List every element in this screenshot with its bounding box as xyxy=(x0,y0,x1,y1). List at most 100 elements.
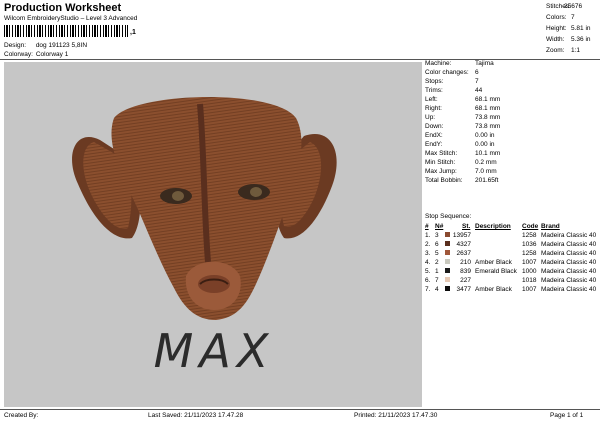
thread-code: 1007 xyxy=(522,259,537,266)
stitch-count: 839 xyxy=(460,268,471,275)
needle-number: 2 xyxy=(435,259,439,266)
stop-row: 1. 3 13957 1258 Madeira Classic 40 xyxy=(425,232,600,241)
stitch-count: 227 xyxy=(460,277,471,284)
stop-number: 3. xyxy=(425,250,431,257)
endx-value: 0.00 in xyxy=(475,132,495,139)
design-preview: MAX xyxy=(4,62,422,407)
width-value: 5.36 in xyxy=(571,36,591,43)
stops-label: Stops: xyxy=(425,78,444,85)
up-label: Up: xyxy=(425,114,436,121)
thread-code: 1018 xyxy=(522,277,537,284)
thread-brand: Madeira Classic 40 xyxy=(541,286,597,293)
max-jump-label: Max Jump: xyxy=(425,168,457,175)
colors-value: 7 xyxy=(571,14,575,21)
thread-brand: Madeira Classic 40 xyxy=(541,232,597,239)
thread-code: 1007 xyxy=(522,286,537,293)
col-header-n: N# xyxy=(435,223,444,230)
col-header-code: Code xyxy=(522,223,539,230)
needle-number: 4 xyxy=(435,286,439,293)
left-label: Left: xyxy=(425,96,438,103)
thread-code: 1258 xyxy=(522,250,537,257)
thread-code: 1036 xyxy=(522,241,537,248)
thread-brand: Madeira Classic 40 xyxy=(541,250,597,257)
max-jump-value: 7.0 mm xyxy=(475,168,497,175)
thread-brand: Madeira Classic 40 xyxy=(541,259,597,266)
design-meta: Design: dog 191123 5,8IN xyxy=(4,42,87,49)
stop-number: 6. xyxy=(425,277,431,284)
col-header-description: Description xyxy=(475,223,511,230)
stop-row: 2. 6 4327 1036 Madeira Classic 40 xyxy=(425,241,600,250)
thread-code: 1258 xyxy=(522,232,537,239)
right-value: 68.1 mm xyxy=(475,105,501,112)
stitch-count: 2637 xyxy=(456,250,471,257)
stitch-count: 3477 xyxy=(456,286,471,293)
thread-description: Emerald Black xyxy=(475,268,517,275)
endy-label: EndY: xyxy=(425,141,443,148)
thread-description: Amber Black xyxy=(475,259,512,266)
software-subtitle: Wilcom EmbroideryStudio – Level 3 Advanc… xyxy=(4,15,138,22)
min-stitch-value: 0.2 mm xyxy=(475,159,497,166)
design-label: Design: xyxy=(4,42,27,49)
left-value: 68.1 mm xyxy=(475,96,501,103)
colorway-label: Colorway: xyxy=(4,51,33,58)
needle-number: 7 xyxy=(435,277,439,284)
zoom-value: 1:1 xyxy=(571,47,581,54)
needle-number: 5 xyxy=(435,250,439,257)
colorway-meta: Colorway: Colorway 1 xyxy=(4,51,68,58)
header-divider xyxy=(0,59,600,60)
stitch-count: 13957 xyxy=(452,232,471,239)
thread-brand: Madeira Classic 40 xyxy=(541,268,597,275)
stop-row: 6. 7 227 1018 Madeira Classic 40 xyxy=(425,277,600,286)
down-value: 73.8 mm xyxy=(475,123,501,130)
barcode-suffix: ,1 xyxy=(130,29,136,36)
min-stitch-label: Min Stitch: xyxy=(425,159,456,166)
color-changes-label: Color changes: xyxy=(425,69,469,76)
created-by: Created By: xyxy=(4,412,39,419)
stop-row: 5. 1 839 Emerald Black 1000 Madeira Classic 4… xyxy=(425,268,600,277)
stops-value: 7 xyxy=(475,78,479,85)
printed-date: Printed: 21/11/2023 17.47.30 xyxy=(354,412,438,419)
zoom-label: Zoom: xyxy=(546,47,565,54)
trims-label: Trims: xyxy=(425,87,443,94)
thread-color-swatch xyxy=(445,286,450,291)
thread-color-swatch xyxy=(445,232,450,237)
stitch-count: 4327 xyxy=(456,241,471,248)
page-number: Page 1 of 1 xyxy=(550,412,584,419)
thread-color-swatch xyxy=(445,250,450,255)
endy-value: 0.00 in xyxy=(475,141,495,148)
machine-value: Tajima xyxy=(475,60,494,67)
design-text: MAX xyxy=(153,324,275,378)
stop-number: 5. xyxy=(425,268,431,275)
stop-number: 2. xyxy=(425,241,431,248)
stop-row: 3. 5 2637 1258 Madeira Classic 40 xyxy=(425,250,600,259)
height-value: 5.81 in xyxy=(571,25,591,32)
stop-row: 7. 4 3477 Amber Black 1007 Madeira Classic 40 xyxy=(425,286,600,295)
stop-sequence-title: Stop Sequence: xyxy=(425,213,472,220)
thread-color-swatch xyxy=(445,259,450,264)
colors-label: Colors: xyxy=(546,14,567,21)
up-value: 73.8 mm xyxy=(475,114,501,121)
worksheet-title: Production Worksheet xyxy=(4,2,122,14)
machine-label: Machine: xyxy=(425,60,452,67)
needle-number: 3 xyxy=(435,232,439,239)
thread-color-swatch xyxy=(445,277,450,282)
col-header-st: St. xyxy=(462,223,471,230)
thread-brand: Madeira Classic 40 xyxy=(541,241,597,248)
color-changes-value: 6 xyxy=(475,69,479,76)
design-name: dog 191123 5,8IN xyxy=(35,42,88,49)
thread-color-swatch xyxy=(445,268,450,273)
stop-row: 4. 2 210 Amber Black 1007 Madeira Classic 40 xyxy=(425,259,600,268)
stop-number: 1. xyxy=(425,232,431,239)
colorway-name: Colorway 1 xyxy=(35,51,69,58)
thread-brand: Madeira Classic 40 xyxy=(541,277,597,284)
total-bobbin-label: Total Bobbin: xyxy=(425,177,463,184)
stop-number: 4. xyxy=(425,259,431,266)
col-header-num: # xyxy=(425,223,429,230)
max-stitch-value: 10.1 mm xyxy=(475,150,501,157)
thread-code: 1000 xyxy=(522,268,537,275)
max-stitch-label: Max Stitch: xyxy=(425,150,458,157)
thread-description: Amber Black xyxy=(475,286,512,293)
last-saved: Last Saved: 21/11/2023 17.47.28 xyxy=(148,412,244,419)
stitches-label: Stitches: xyxy=(546,3,571,10)
total-bobbin-value: 201.65ft xyxy=(475,177,499,184)
